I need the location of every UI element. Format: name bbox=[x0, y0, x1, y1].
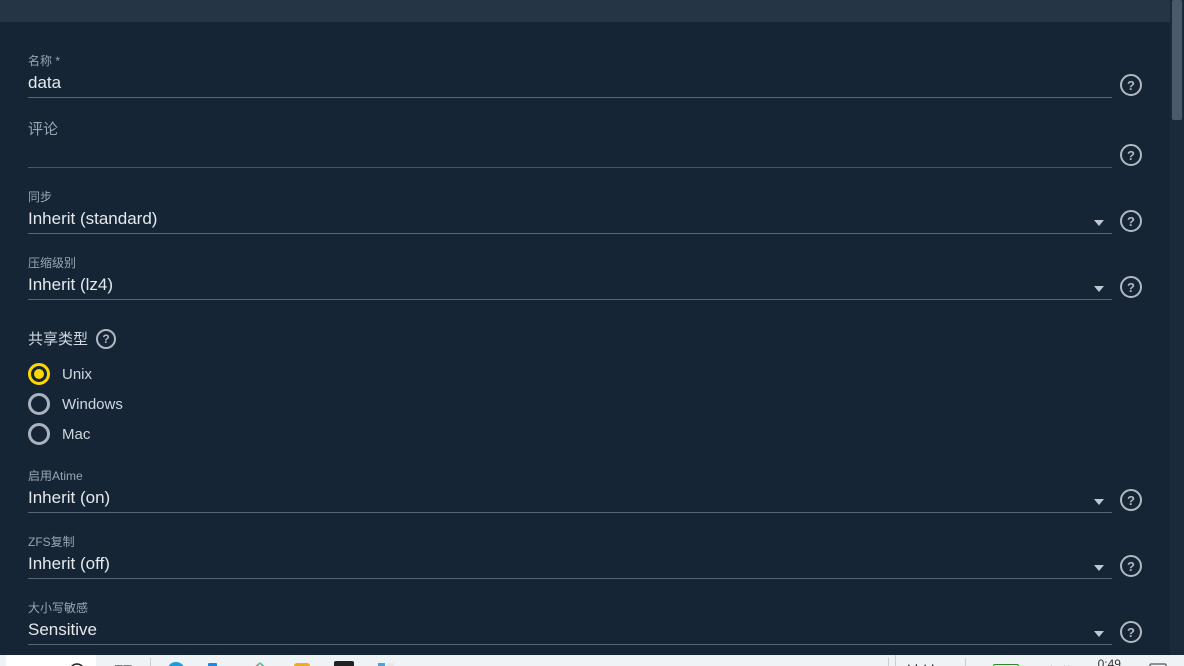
comment-field: 评论 bbox=[28, 118, 1142, 168]
share-type-radio-group: Unix Windows Mac bbox=[28, 363, 1142, 445]
share-type-label: 共享类型 bbox=[28, 328, 88, 349]
separator bbox=[888, 658, 889, 666]
share-type-option-mac[interactable]: Mac bbox=[28, 423, 1142, 445]
start-button[interactable] bbox=[58, 655, 96, 666]
atime-field: 启用Atime Inherit (on) bbox=[28, 467, 1142, 513]
help-icon[interactable] bbox=[1120, 621, 1142, 643]
separator bbox=[150, 658, 151, 666]
app-icon[interactable] bbox=[367, 655, 405, 666]
sync-select[interactable]: Inherit (standard) bbox=[28, 207, 1112, 234]
radio-label: Unix bbox=[62, 366, 92, 383]
help-icon[interactable] bbox=[1120, 276, 1142, 298]
radio-icon bbox=[28, 423, 50, 445]
help-icon[interactable] bbox=[96, 329, 116, 349]
start-section bbox=[6, 655, 96, 666]
name-input[interactable] bbox=[28, 71, 1112, 98]
scrollbar-thumb[interactable] bbox=[1172, 0, 1182, 120]
edge-browser-icon[interactable] bbox=[157, 655, 195, 666]
share-type-option-unix[interactable]: Unix bbox=[28, 363, 1142, 385]
app-icon[interactable] bbox=[241, 655, 279, 666]
separator bbox=[965, 658, 966, 666]
notification-center-icon[interactable] bbox=[1146, 659, 1170, 666]
zfs-dedup-select[interactable]: Inherit (off) bbox=[28, 552, 1112, 579]
zfs-dedup-label: ZFS复制 bbox=[28, 533, 1142, 550]
ime-indicator[interactable]: 中 英 bbox=[1045, 663, 1072, 666]
atime-select[interactable]: Inherit (on) bbox=[28, 486, 1112, 513]
refresh-icon[interactable]: ↻ bbox=[972, 663, 984, 666]
case-sensitivity-field: 大小写敏感 Sensitive bbox=[28, 599, 1142, 645]
share-type-option-windows[interactable]: Windows bbox=[28, 393, 1142, 415]
name-field: 名称 * bbox=[28, 52, 1142, 98]
atime-label: 启用Atime bbox=[28, 467, 1142, 484]
compression-label: 压缩级别 bbox=[28, 254, 1142, 271]
sync-field: 同步 Inherit (standard) bbox=[28, 188, 1142, 234]
pycharm-icon[interactable]: PC bbox=[325, 655, 363, 666]
system-tray: ↻ 45% ˄ 中 英 0:49 2022/3/23 bbox=[972, 658, 1178, 666]
help-icon[interactable] bbox=[1120, 555, 1142, 577]
task-view-button[interactable] bbox=[106, 655, 144, 666]
radio-icon bbox=[28, 393, 50, 415]
compression-select[interactable]: Inherit (lz4) bbox=[28, 273, 1112, 300]
clock[interactable]: 0:49 2022/3/23 bbox=[1083, 658, 1136, 666]
radio-icon bbox=[28, 363, 50, 385]
case-sensitivity-label: 大小写敏感 bbox=[28, 599, 1142, 616]
address-toolbar[interactable]: 地址 ▾ bbox=[895, 655, 959, 666]
case-sensitivity-select[interactable]: Sensitive bbox=[28, 618, 1112, 645]
compression-field: 压缩级别 Inherit (lz4) bbox=[28, 254, 1142, 300]
file-explorer-icon[interactable] bbox=[199, 655, 237, 666]
name-label: 名称 * bbox=[28, 52, 1142, 69]
vertical-scrollbar[interactable] bbox=[1170, 0, 1184, 655]
comment-input[interactable] bbox=[28, 141, 1112, 168]
address-label: 地址 bbox=[906, 659, 938, 666]
radio-label: Windows bbox=[62, 396, 123, 413]
vmware-icon[interactable] bbox=[283, 655, 321, 666]
help-icon[interactable] bbox=[1120, 489, 1142, 511]
zfs-dedup-field: ZFS复制 Inherit (off) bbox=[28, 533, 1142, 579]
help-icon[interactable] bbox=[1120, 144, 1142, 166]
comment-label: 评论 bbox=[28, 118, 1142, 139]
help-icon[interactable] bbox=[1120, 74, 1142, 96]
app-window: 名称 * 评论 同步 Inherit (standard) 压缩级别 Inher… bbox=[0, 0, 1184, 655]
radio-label: Mac bbox=[62, 426, 90, 443]
help-icon[interactable] bbox=[1120, 210, 1142, 232]
top-strip bbox=[0, 0, 1184, 22]
dataset-form: 名称 * 评论 同步 Inherit (standard) 压缩级别 Inher… bbox=[0, 22, 1170, 655]
clock-time: 0:49 bbox=[1098, 658, 1121, 666]
windows-taskbar: PC 地址 ▾ ↻ 45% ˄ 中 英 0:49 2022/3/23 bbox=[0, 655, 1184, 666]
sync-label: 同步 bbox=[28, 188, 1142, 205]
share-type-heading: 共享类型 bbox=[28, 328, 1142, 349]
